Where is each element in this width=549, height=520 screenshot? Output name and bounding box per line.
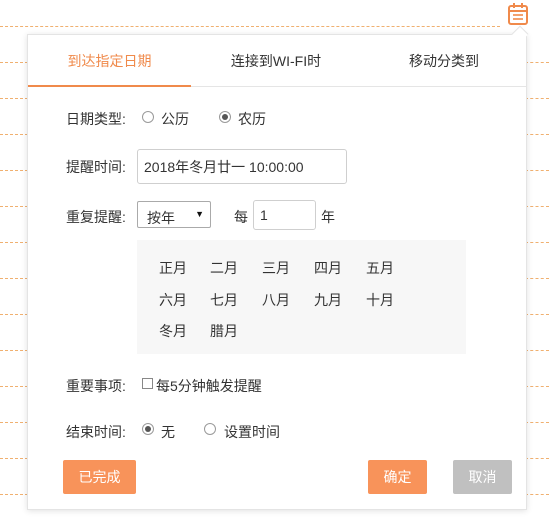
month-option[interactable]: 三月 [262, 258, 290, 278]
repeat-unit-label: 年 [321, 209, 335, 225]
background-dash [0, 458, 28, 459]
background-dash [525, 458, 549, 459]
repeat-label: 重复提醒: [66, 209, 126, 225]
background-dash [0, 350, 28, 351]
month-option[interactable]: 正月 [159, 258, 187, 278]
reminder-time-label: 提醒时间: [66, 159, 126, 175]
background-dash [0, 494, 28, 495]
chevron-down-icon: ▼ [195, 209, 204, 219]
background-dash [0, 134, 28, 135]
background-dash [0, 242, 28, 243]
radio-lunar-label: 农历 [238, 111, 266, 127]
important-label: 重要事项: [66, 378, 126, 394]
reminder-popup: 到达指定日期 连接到WI-FI时 移动分类到 日期类型: 公历 农历 提醒时间:… [27, 25, 529, 510]
tab-move-category[interactable]: 移动分类到 [361, 35, 527, 87]
calendar-icon[interactable] [507, 2, 529, 26]
background-dash [525, 278, 549, 279]
month-option[interactable]: 五月 [366, 258, 394, 278]
radio-lunar[interactable] [219, 111, 231, 123]
background-dash [0, 98, 28, 99]
cancel-button[interactable]: 取消 [453, 460, 512, 494]
repeat-frequency-value: 按年 [147, 210, 175, 226]
background-dash [0, 386, 28, 387]
radio-gregorian[interactable] [142, 111, 154, 123]
background-dash [525, 422, 549, 423]
repeat-count-input[interactable] [253, 200, 316, 230]
radio-gregorian-label: 公历 [161, 111, 189, 127]
done-button[interactable]: 已完成 [63, 460, 136, 494]
tab-bar: 到达指定日期 连接到WI-FI时 移动分类到 [28, 35, 526, 87]
background-dash [525, 314, 549, 315]
background-dash [0, 26, 500, 27]
background-dash [525, 134, 549, 135]
background-dash [525, 242, 549, 243]
date-type-label: 日期类型: [66, 111, 126, 127]
month-panel: 正月 二月 三月 四月 五月 六月 七月 八月 九月 十月 冬月 腊月 [137, 240, 466, 354]
background-dash [525, 62, 549, 63]
repeat-every-label: 每 [234, 209, 248, 225]
radio-end-none[interactable] [142, 423, 154, 435]
month-option[interactable]: 十月 [366, 290, 394, 310]
important-checkbox[interactable] [142, 378, 153, 389]
background-dash [0, 314, 28, 315]
radio-end-set-time-label: 设置时间 [224, 424, 280, 440]
tab-specified-date[interactable]: 到达指定日期 [28, 35, 191, 87]
radio-end-none-label: 无 [161, 424, 175, 440]
month-option[interactable]: 九月 [314, 290, 342, 310]
background-dash [525, 350, 549, 351]
tab-wifi-connect[interactable]: 连接到WI-FI时 [191, 35, 361, 87]
radio-end-set-time[interactable] [204, 423, 216, 435]
background-dash [0, 62, 28, 63]
month-option[interactable]: 二月 [210, 258, 238, 278]
month-option[interactable]: 七月 [210, 290, 238, 310]
background-dash [0, 206, 28, 207]
background-dash [525, 98, 549, 99]
background-dash [0, 278, 28, 279]
month-option[interactable]: 腊月 [210, 321, 238, 341]
background-dash [0, 170, 28, 171]
repeat-frequency-select[interactable]: 按年 ▼ [137, 201, 211, 228]
background-dash [525, 206, 549, 207]
reminder-time-input[interactable] [137, 149, 347, 184]
background-dash [525, 494, 549, 495]
month-option[interactable]: 四月 [314, 258, 342, 278]
month-option[interactable]: 冬月 [159, 321, 187, 341]
important-checkbox-label: 每5分钟触发提醒 [156, 378, 262, 394]
end-time-label: 结束时间: [66, 424, 126, 440]
month-option[interactable]: 六月 [159, 290, 187, 310]
background-dash [525, 170, 549, 171]
background-dash [525, 386, 549, 387]
month-option[interactable]: 八月 [262, 290, 290, 310]
background-dash [0, 422, 28, 423]
confirm-button[interactable]: 确定 [368, 460, 427, 494]
